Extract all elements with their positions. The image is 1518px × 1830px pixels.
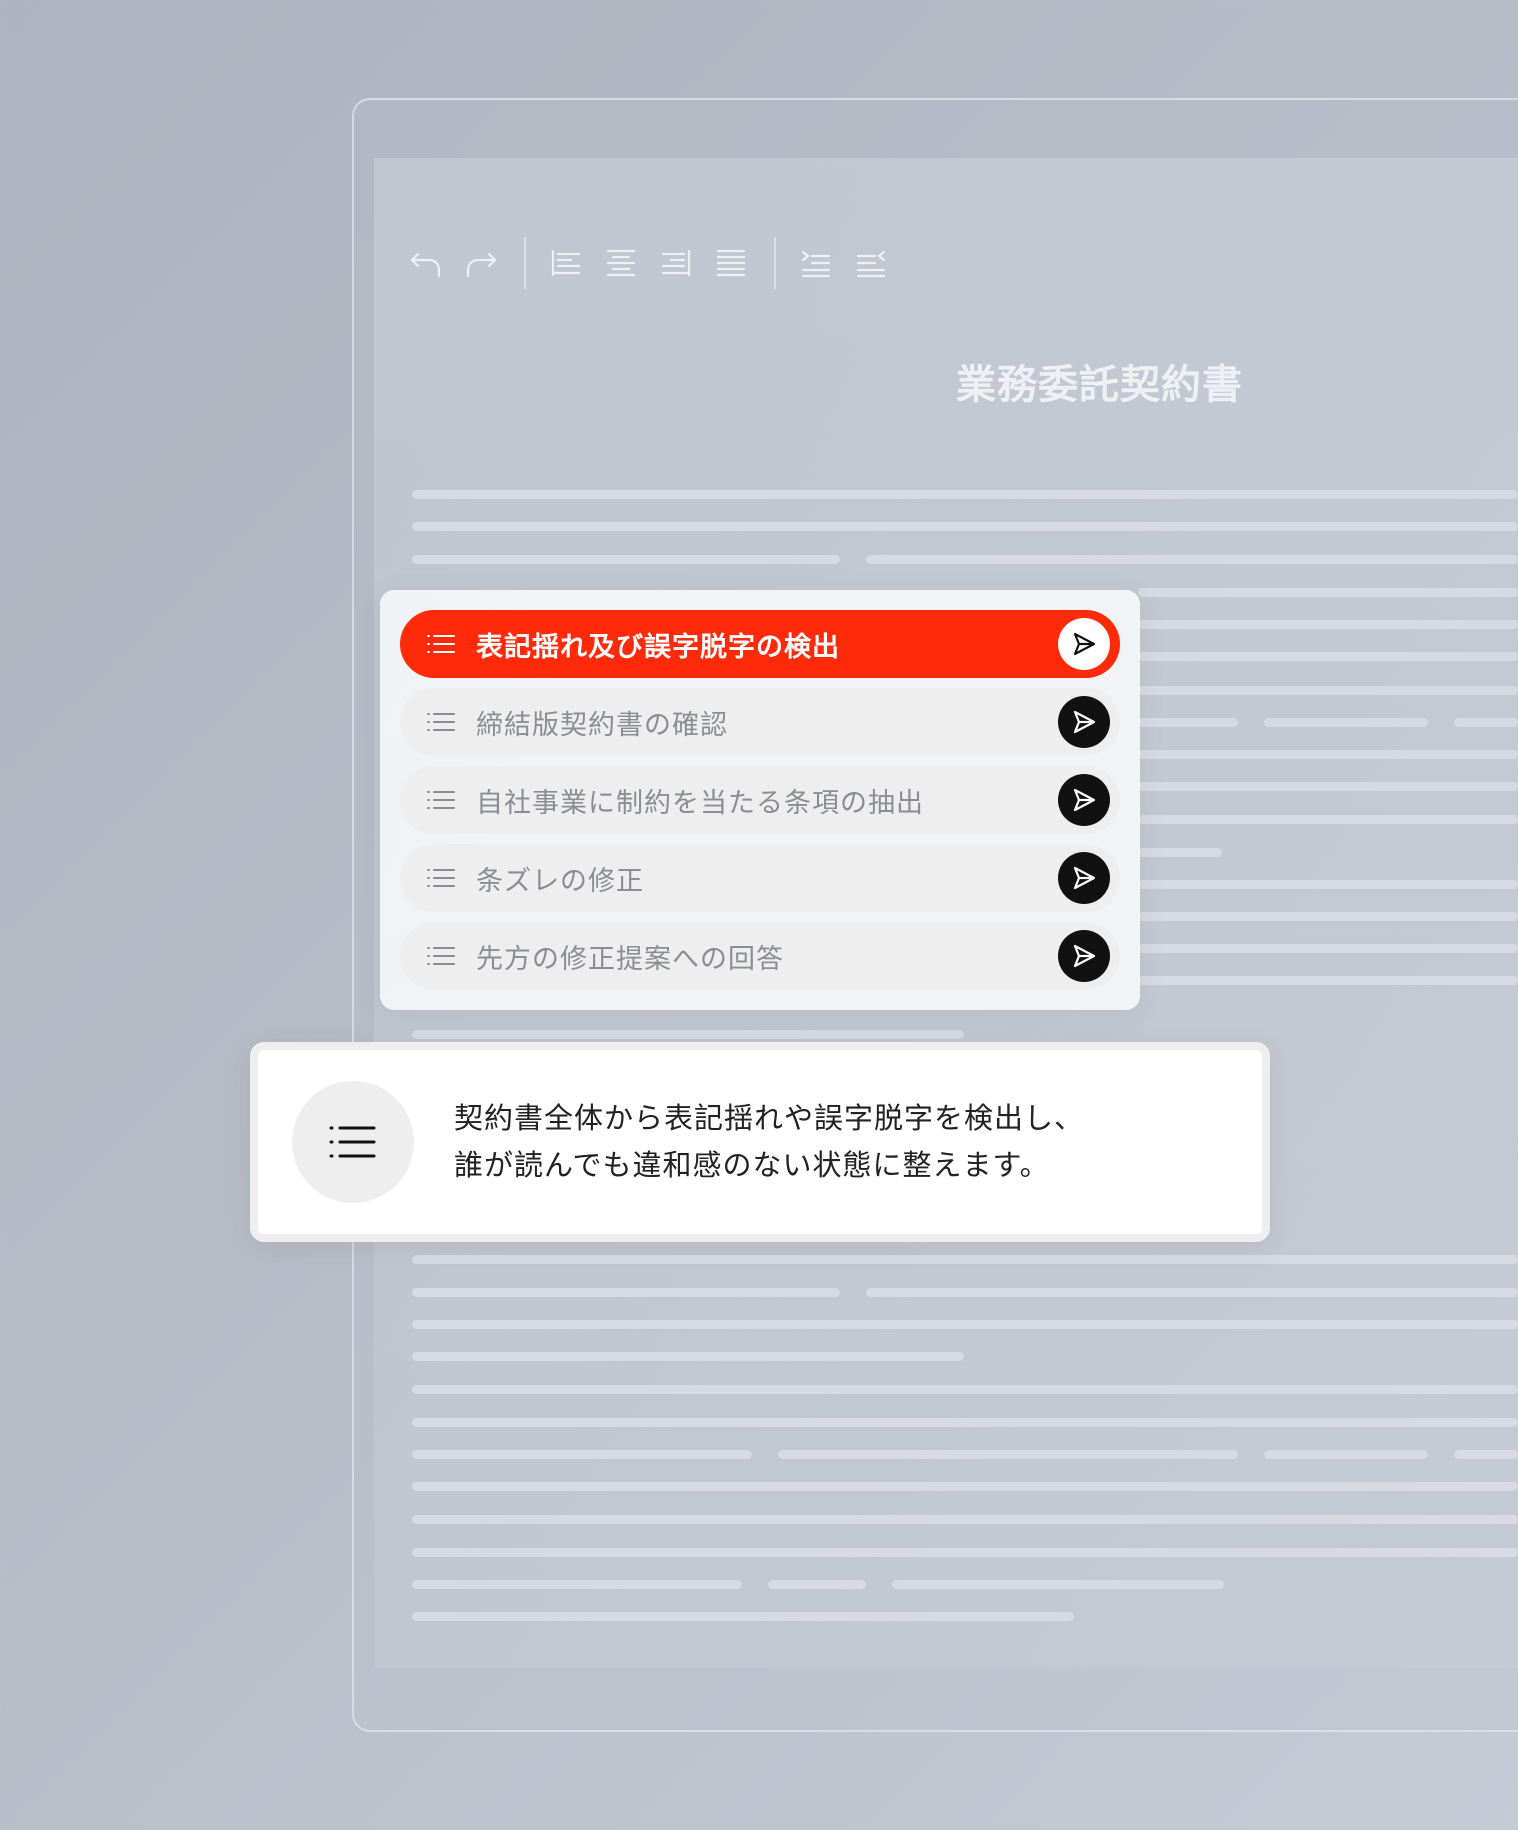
indent-icon xyxy=(801,250,831,278)
align-right-icon xyxy=(661,249,691,277)
send-button[interactable] xyxy=(1058,696,1110,748)
send-icon xyxy=(1073,710,1096,734)
list-icon xyxy=(329,1126,376,1158)
outdent-button[interactable] xyxy=(853,245,889,281)
suggestion-label: 締結版契約書の確認 xyxy=(476,709,728,741)
toolbar-divider xyxy=(524,237,526,289)
list-icon xyxy=(426,789,456,811)
description-text: 契約書全体から表記揺れや誤字脱字を検出し、 誰が読んでも違和感のない状態に整えま… xyxy=(454,1095,1084,1189)
description-line: 誰が読んでも違和感のない状態に整えます。 xyxy=(454,1148,1050,1182)
list-icon xyxy=(426,711,456,733)
suggestion-item[interactable]: 表記揺れ及び誤字脱字の検出 xyxy=(400,610,1120,678)
suggestion-item[interactable]: 締結版契約書の確認 xyxy=(400,688,1120,756)
undo-button[interactable] xyxy=(408,245,444,281)
suggestion-label: 表記揺れ及び誤字脱字の検出 xyxy=(476,631,840,663)
align-justify-icon xyxy=(716,249,746,277)
description-line: 契約書全体から表記揺れや誤字脱字を検出し、 xyxy=(454,1101,1085,1135)
send-icon xyxy=(1073,632,1096,656)
indent-button[interactable] xyxy=(798,245,834,281)
send-button[interactable] xyxy=(1058,852,1110,904)
align-left-button[interactable] xyxy=(548,245,584,281)
align-left-icon xyxy=(551,249,581,277)
align-right-button[interactable] xyxy=(658,245,694,281)
redo-icon xyxy=(466,252,497,278)
send-icon xyxy=(1073,944,1096,968)
send-icon xyxy=(1073,866,1096,890)
outdent-icon xyxy=(856,250,886,278)
suggestion-label: 先方の修正提案への回答 xyxy=(476,943,784,975)
suggestion-panel: 表記揺れ及び誤字脱字の検出 締結版契約書の確認 自社事業に制約を当たる条項の抽出… xyxy=(380,590,1140,1010)
list-icon xyxy=(426,945,456,967)
align-center-button[interactable] xyxy=(603,245,639,281)
list-icon xyxy=(426,633,456,655)
redo-button[interactable] xyxy=(463,245,499,281)
suggestion-label: 条ズレの修正 xyxy=(476,865,644,897)
suggestion-item[interactable]: 先方の修正提案への回答 xyxy=(400,922,1120,990)
toolbar-divider xyxy=(774,237,776,289)
send-button[interactable] xyxy=(1058,930,1110,982)
undo-icon xyxy=(410,252,441,278)
send-button[interactable] xyxy=(1058,618,1110,670)
description-card: 契約書全体から表記揺れや誤字脱字を検出し、 誰が読んでも違和感のない状態に整えま… xyxy=(250,1042,1270,1242)
send-button[interactable] xyxy=(1058,774,1110,826)
send-icon xyxy=(1073,788,1096,812)
description-icon-circle xyxy=(292,1081,414,1203)
suggestion-label: 自社事業に制約を当たる条項の抽出 xyxy=(476,787,924,819)
editor-toolbar xyxy=(408,237,908,289)
document-title: 業務委託契約書 xyxy=(956,361,1243,408)
list-icon xyxy=(426,867,456,889)
suggestion-item[interactable]: 自社事業に制約を当たる条項の抽出 xyxy=(400,766,1120,834)
align-justify-button[interactable] xyxy=(713,245,749,281)
align-center-icon xyxy=(606,249,636,277)
suggestion-item[interactable]: 条ズレの修正 xyxy=(400,844,1120,912)
